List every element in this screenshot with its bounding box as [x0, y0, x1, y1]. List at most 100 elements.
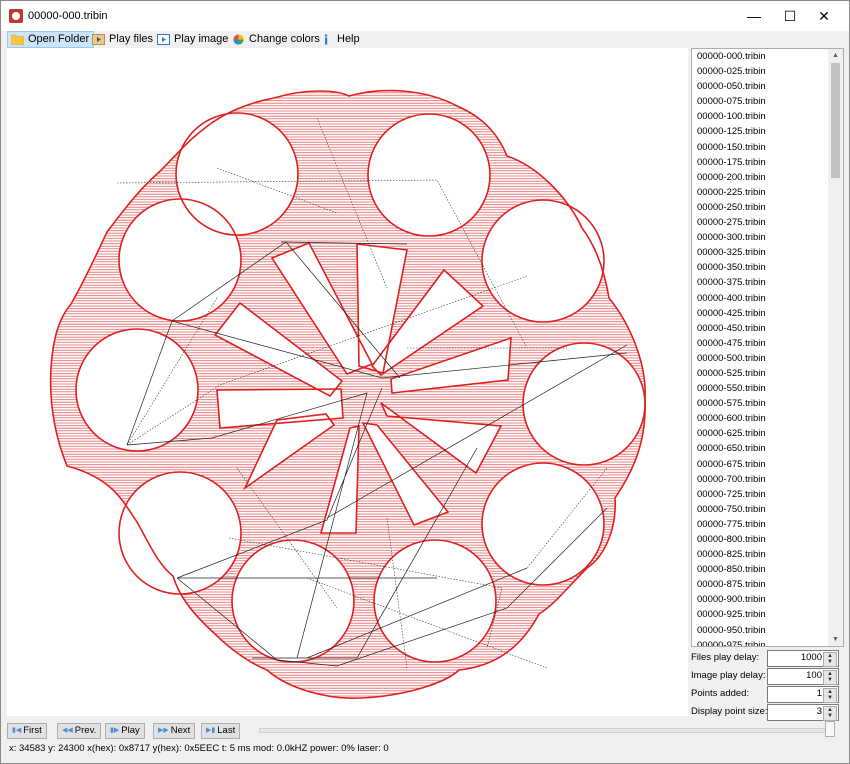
help-button[interactable]: Help: [317, 31, 364, 47]
file-list-item[interactable]: 00000-675.tribin: [692, 457, 843, 472]
last-button[interactable]: ▶▮ Last: [201, 723, 241, 739]
files-play-delay-stepper[interactable]: 1000 ▲ ▼: [767, 650, 839, 667]
file-list-item[interactable]: 00000-000.tribin: [692, 49, 843, 64]
prev-button[interactable]: ◀◀ Prev.: [57, 723, 102, 739]
image-play-delay-value: 100: [806, 670, 822, 681]
change-colors-button[interactable]: Change colors: [229, 31, 324, 47]
file-list-item[interactable]: 00000-900.tribin: [692, 592, 843, 607]
file-list-item[interactable]: 00000-400.tribin: [692, 291, 843, 306]
file-list-item[interactable]: 00000-050.tribin: [692, 79, 843, 94]
file-list-item[interactable]: 00000-775.tribin: [692, 517, 843, 532]
first-label: First: [23, 725, 42, 736]
file-list-item[interactable]: 00000-325.tribin: [692, 245, 843, 260]
play-files-label: Play files: [109, 33, 154, 45]
play-icon: ▮▶: [110, 727, 120, 734]
files-play-delay-label: Files play delay:: [691, 652, 760, 663]
file-list-item[interactable]: 00000-425.tribin: [692, 306, 843, 321]
next-button[interactable]: ▶▶ Next: [153, 723, 196, 739]
next-label: Next: [170, 725, 191, 736]
file-list-item[interactable]: 00000-250.tribin: [692, 200, 843, 215]
file-list-scrollbar[interactable]: ▲ ▼: [828, 49, 843, 646]
file-list-item[interactable]: 00000-275.tribin: [692, 215, 843, 230]
points-added-stepper[interactable]: 1 ▲ ▼: [767, 686, 839, 703]
last-label: Last: [217, 725, 236, 736]
file-list-item[interactable]: 00000-475.tribin: [692, 336, 843, 351]
file-list-item[interactable]: 00000-725.tribin: [692, 487, 843, 502]
file-list-item[interactable]: 00000-925.tribin: [692, 607, 843, 622]
prev-label: Prev.: [74, 725, 97, 736]
laser-path-canvas[interactable]: [7, 48, 688, 716]
play-label: Play: [121, 725, 140, 736]
file-list-item[interactable]: 00000-100.tribin: [692, 109, 843, 124]
file-list-item[interactable]: 00000-525.tribin: [692, 366, 843, 381]
scroll-thumb[interactable]: [831, 63, 840, 178]
scroll-up-icon[interactable]: ▲: [828, 49, 843, 62]
file-list-item[interactable]: 00000-825.tribin: [692, 547, 843, 562]
fast-forward-icon: ▶▶: [158, 727, 169, 734]
file-list-item[interactable]: 00000-975.tribin: [692, 638, 843, 646]
play-files-button[interactable]: Play files: [89, 31, 157, 47]
file-list-item[interactable]: 00000-575.tribin: [692, 396, 843, 411]
file-list-item[interactable]: 00000-650.tribin: [692, 441, 843, 456]
file-list-item[interactable]: 00000-550.tribin: [692, 381, 843, 396]
file-list-item[interactable]: 00000-600.tribin: [692, 411, 843, 426]
file-list-item[interactable]: 00000-200.tribin: [692, 170, 843, 185]
display-point-size-label: Display point size:: [691, 706, 768, 717]
file-list-item[interactable]: 00000-375.tribin: [692, 275, 843, 290]
file-list-item[interactable]: 00000-950.tribin: [692, 623, 843, 638]
open-folder-button[interactable]: Open Folder: [7, 31, 95, 48]
file-list-item[interactable]: 00000-300.tribin: [692, 230, 843, 245]
spin-arrows-icon[interactable]: ▲ ▼: [823, 706, 837, 721]
engraved-region: [50, 90, 646, 699]
skip-forward-icon: ▶▮: [206, 727, 216, 734]
scroll-down-icon[interactable]: ▼: [828, 633, 843, 646]
file-list-item[interactable]: 00000-350.tribin: [692, 260, 843, 275]
app-window: 00000-000.tribin — ☐ ✕ Open Folder Play …: [0, 0, 850, 764]
first-button[interactable]: ▮◀ First: [7, 723, 47, 739]
image-play-icon: [157, 33, 170, 45]
rewind-icon: ◀◀: [62, 727, 73, 734]
file-list-item[interactable]: 00000-450.tribin: [692, 321, 843, 336]
spin-arrows-icon[interactable]: ▲ ▼: [823, 652, 837, 667]
points-added-value: 1: [816, 688, 822, 699]
app-icon: [9, 9, 23, 23]
laser-path-drawing: [49, 89, 646, 700]
file-list-item[interactable]: 00000-625.tribin: [692, 426, 843, 441]
title-bar: 00000-000.tribin — ☐ ✕: [1, 1, 849, 31]
play-button[interactable]: ▮▶ Play: [105, 723, 145, 739]
file-list-item[interactable]: 00000-175.tribin: [692, 155, 843, 170]
status-bar: x: 34583 y: 24300 x(hex): 0x8717 y(hex):…: [9, 743, 389, 754]
file-list-item[interactable]: 00000-500.tribin: [692, 351, 843, 366]
image-play-delay-row: Image play delay: 100 ▲ ▼: [691, 668, 841, 685]
file-list-item[interactable]: 00000-075.tribin: [692, 94, 843, 109]
open-folder-label: Open Folder: [28, 33, 90, 45]
outer-shape-fill: [50, 90, 646, 699]
play-image-label: Play image: [174, 33, 229, 45]
file-list-item[interactable]: 00000-800.tribin: [692, 532, 843, 547]
image-play-delay-stepper[interactable]: 100 ▲ ▼: [767, 668, 839, 685]
spin-arrows-icon[interactable]: ▲ ▼: [823, 688, 837, 703]
file-list[interactable]: 00000-000.tribin 00000-025.tribin 00000-05…: [691, 48, 844, 647]
image-play-delay-label: Image play delay:: [691, 670, 766, 681]
film-icon: [92, 33, 105, 45]
file-list-item[interactable]: 00000-225.tribin: [692, 185, 843, 200]
play-image-button[interactable]: Play image: [154, 31, 232, 47]
skip-back-icon: ▮◀: [12, 727, 22, 734]
folder-icon: [11, 34, 24, 45]
display-point-size-stepper[interactable]: 3 ▲ ▼: [767, 704, 839, 721]
file-list-item[interactable]: 00000-750.tribin: [692, 502, 843, 517]
file-list-item[interactable]: 00000-850.tribin: [692, 562, 843, 577]
info-icon: [325, 34, 328, 44]
file-list-item[interactable]: 00000-025.tribin: [692, 64, 843, 79]
frame-slider-track[interactable]: [259, 728, 831, 733]
file-list-item[interactable]: 00000-875.tribin: [692, 577, 843, 592]
color-wheel-icon: [233, 33, 244, 45]
points-added-row: Points added: 1 ▲ ▼: [691, 686, 841, 703]
close-button[interactable]: ✕: [801, 1, 847, 31]
frame-slider-thumb[interactable]: [825, 721, 835, 737]
file-list-item[interactable]: 00000-125.tribin: [692, 124, 843, 139]
file-list-item[interactable]: 00000-150.tribin: [692, 140, 843, 155]
spin-arrows-icon[interactable]: ▲ ▼: [823, 670, 837, 685]
file-list-item[interactable]: 00000-700.tribin: [692, 472, 843, 487]
points-added-label: Points added:: [691, 688, 750, 699]
